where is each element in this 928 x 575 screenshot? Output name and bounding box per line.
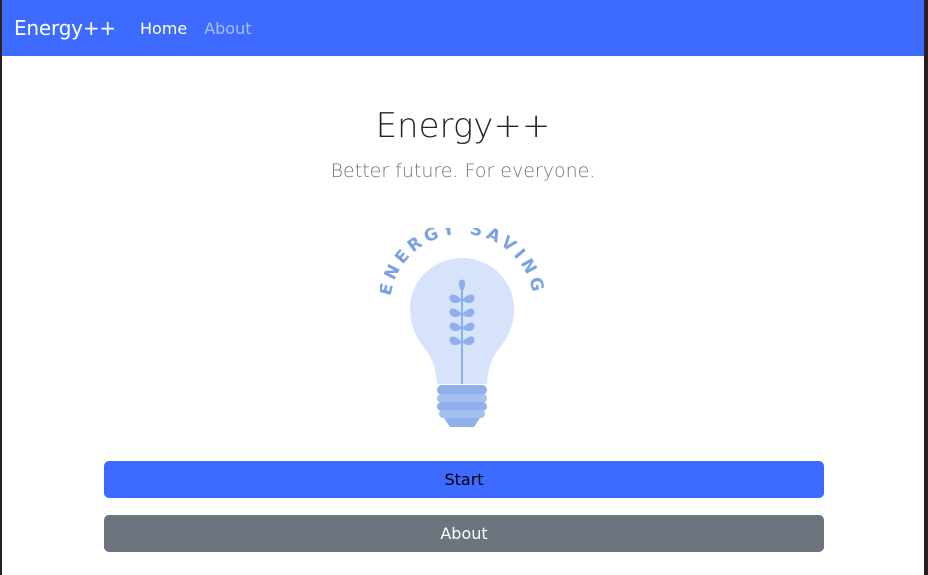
about-button[interactable]: About [104, 515, 824, 552]
start-button[interactable]: Start [104, 461, 824, 498]
nav-link-home[interactable]: Home [140, 19, 187, 38]
navbar-brand[interactable]: Energy++ [14, 16, 116, 40]
hero-subtitle: Better future. For everyone. [330, 160, 596, 182]
energy-saving-lightbulb-icon: ENERGY SAVING [380, 228, 544, 427]
page: Energy++ Home About Energy++ Better futu… [2, 0, 924, 575]
nav-link-about[interactable]: About [204, 19, 251, 38]
navbar: Energy++ Home About [2, 0, 924, 56]
hero-title: Energy++ [375, 106, 551, 146]
